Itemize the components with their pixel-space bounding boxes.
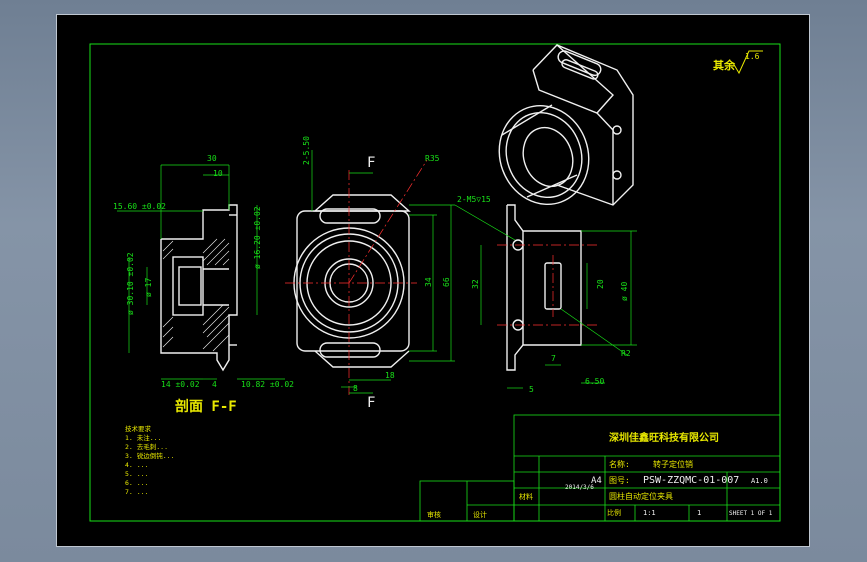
cad-viewport[interactable]: 30 10 15.60 ±0.02 ø 16.20 ±0.02 ø 30.10 … — [56, 14, 810, 547]
dim-10: 10 — [213, 169, 223, 178]
dim-r35: R35 — [425, 154, 440, 163]
roughness-label: 其余 — [713, 58, 736, 72]
version: A1.0 — [751, 477, 768, 485]
note-3: 3. 锐边倒钝... — [125, 451, 174, 460]
dim-16-20: ø 16.20 ±0.02 — [253, 206, 262, 269]
dim-10-82: 10.82 ±0.02 — [241, 380, 294, 389]
dim-2-m5: 2-M5▽15 — [457, 195, 491, 204]
section-marker-top: F — [367, 155, 375, 171]
dim-4: 4 — [212, 380, 217, 389]
note-4: 4. ... — [125, 461, 148, 469]
section-view-f-f — [160, 204, 238, 372]
dim-8: 8 — [353, 384, 358, 393]
dim-66: 66 — [442, 277, 451, 287]
dim-30: 30 — [207, 154, 217, 163]
drawing-number: PSW-ZZQMC-01-007 — [643, 475, 739, 486]
date: 2014/3/6 — [565, 484, 594, 491]
product-name: 圆柱自动定位夹具 — [609, 491, 673, 501]
dim-14: 14 ±0.02 — [161, 380, 200, 389]
dim-5-60: 15.60 ±0.02 — [113, 202, 166, 211]
scale-label: 比例 — [607, 508, 621, 517]
section-label: 剖面 F-F — [175, 398, 237, 415]
company-name: 深圳佳鑫旺科技有限公司 — [609, 431, 719, 444]
front-view — [293, 194, 411, 368]
dim-7: 7 — [551, 354, 556, 363]
side-centerlines — [497, 244, 597, 326]
side-view — [506, 204, 582, 371]
dim-2-5-50: 2-5.50 — [302, 136, 311, 165]
dim-6-50: 6.50 — [585, 377, 604, 386]
dim-34: 34 — [424, 277, 433, 287]
sheet-count: SHEET 1 OF 1 — [729, 510, 773, 517]
dim-17: ø 17 — [144, 278, 153, 297]
roughness-value: 1.6 — [745, 52, 760, 61]
note-6: 6. ... — [125, 479, 148, 487]
note-1: 1. 未注... — [125, 433, 161, 442]
note-7: 7. ... — [125, 488, 148, 496]
section-marker-bottom: F — [367, 395, 375, 411]
part-name: 转子定位销 — [653, 459, 693, 469]
note-5: 5. ... — [125, 470, 148, 478]
dim-5: 5 — [529, 385, 534, 394]
material-label: 材料 — [519, 492, 533, 501]
quantity: 1 — [697, 509, 701, 517]
title-block — [419, 414, 781, 522]
note-0: 技术要求 — [125, 424, 152, 433]
scale: 1:1 — [643, 509, 656, 517]
technical-notes: 技术要求 1. 未注... 2. 去毛刺... 3. 锐边倒钝... 4. ..… — [125, 424, 174, 496]
roughness-symbol: 其余 1.6 — [713, 50, 763, 75]
drawing-canvas: 30 10 15.60 ±0.02 ø 16.20 ±0.02 ø 30.10 … — [89, 43, 781, 522]
part-name-label: 名称: — [609, 459, 630, 469]
checker-label: 审核 — [427, 510, 441, 519]
dim-18: 18 — [385, 371, 395, 380]
note-2: 2. 去毛刺... — [125, 442, 168, 451]
isometric-view — [498, 44, 634, 206]
dim-r2: R2 — [621, 349, 631, 358]
dim-30-10: ø 30.10 ±0.02 — [126, 252, 135, 315]
designer-label: 设计 — [473, 510, 487, 519]
dim-40: ø 40 — [620, 282, 629, 301]
dim-20: 20 — [596, 279, 605, 289]
dim-32: 32 — [471, 279, 480, 289]
side-dimension-lines — [454, 204, 637, 389]
drawing-border — [89, 43, 781, 522]
drawing-no-label: 图号: — [609, 476, 630, 485]
